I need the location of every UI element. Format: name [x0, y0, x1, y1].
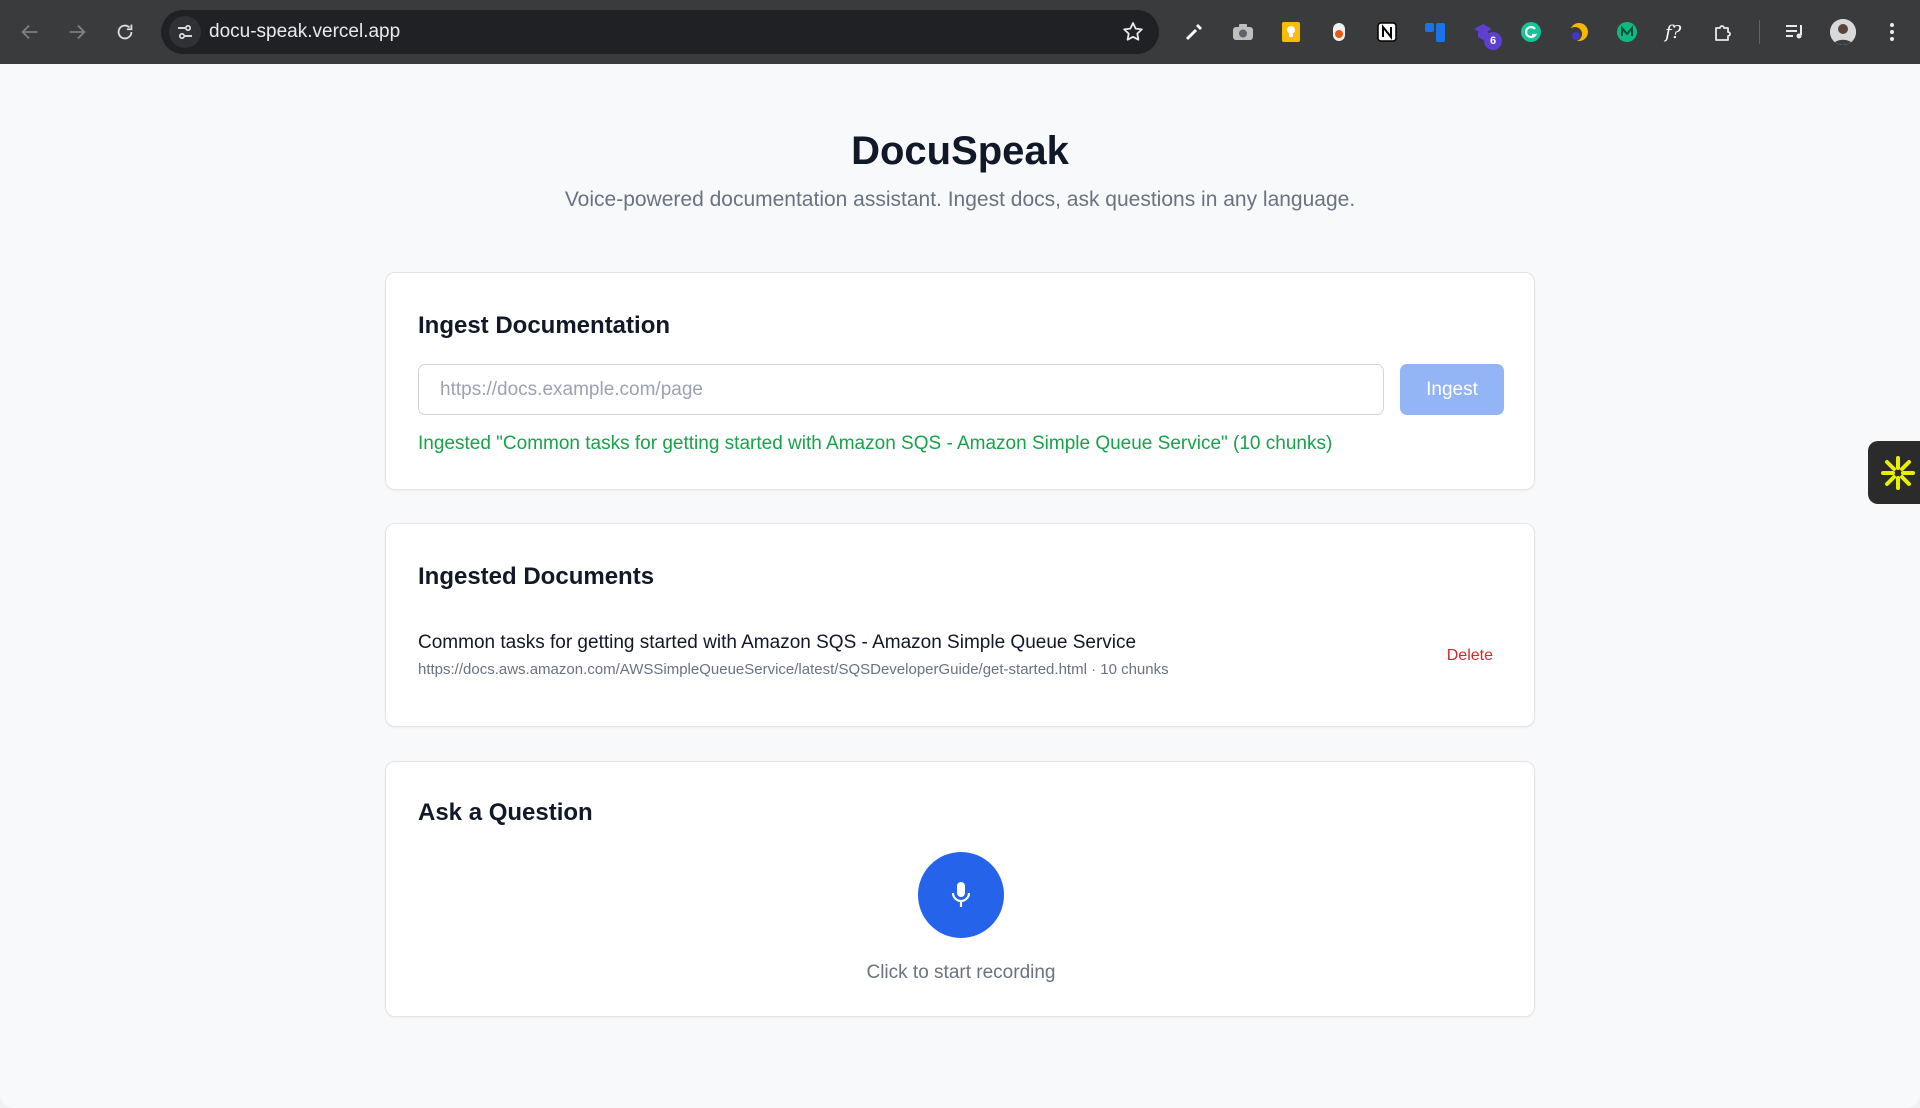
media-control-icon[interactable]	[1782, 19, 1808, 45]
teal-ext-icon[interactable]	[1614, 19, 1640, 45]
ingest-button[interactable]: Ingest	[1400, 364, 1504, 415]
ingest-heading: Ingest Documentation	[418, 312, 671, 339]
profile-avatar[interactable]	[1830, 19, 1856, 45]
documents-heading: Ingested Documents	[418, 563, 655, 590]
extension-badge: 6	[1484, 32, 1502, 50]
record-button[interactable]	[918, 852, 1004, 938]
page-content: DocuSpeak Voice-powered documentation as…	[0, 64, 1920, 1108]
reload-icon	[117, 24, 133, 40]
site-info-button[interactable]	[169, 16, 201, 48]
formula-icon[interactable]: f?	[1662, 19, 1688, 45]
trello-icon[interactable]	[1422, 19, 1448, 45]
sparkle-icon	[1881, 455, 1915, 490]
record-hint: Click to start recording	[866, 962, 1056, 983]
browser-toolbar: docu-speak.vercel.app 6 f?	[0, 0, 1920, 64]
tune-icon	[178, 24, 192, 40]
page-subtitle: Voice-powered documentation assistant. I…	[564, 188, 1356, 211]
puzzle-icon[interactable]	[1710, 19, 1736, 45]
eyedropper-icon[interactable]	[1181, 19, 1207, 45]
forward-button[interactable]	[61, 16, 93, 48]
browser-window: docu-speak.vercel.app 6 f? DocuSpeak Voi…	[0, 0, 1920, 1108]
floating-side-widget[interactable]	[1868, 441, 1920, 504]
ingest-status-message: Ingested "Common tasks for getting start…	[418, 433, 1333, 454]
camera-icon[interactable]	[1230, 19, 1256, 45]
url-text[interactable]: docu-speak.vercel.app	[209, 10, 400, 54]
bookmark-star-icon[interactable]	[1121, 20, 1145, 44]
ask-heading: Ask a Question	[418, 799, 593, 826]
notion-icon[interactable]	[1374, 19, 1400, 45]
menu-kebab-icon[interactable]	[1879, 19, 1905, 45]
ask-question-card: Ask a Question Click to start recording	[385, 761, 1535, 1017]
address-bar[interactable]: docu-speak.vercel.app	[161, 10, 1159, 54]
back-arrow-icon	[21, 24, 38, 40]
page-title: DocuSpeak	[851, 129, 1069, 173]
rec-icon[interactable]	[1326, 19, 1352, 45]
document-title: Common tasks for getting started with Am…	[418, 632, 1137, 653]
toolbar-divider	[1759, 20, 1760, 44]
svg-text:f?: f?	[1663, 22, 1682, 43]
ingest-card: Ingest Documentation Ingest Ingested "Co…	[385, 272, 1535, 490]
keep-icon[interactable]	[1278, 19, 1304, 45]
delete-document-button[interactable]: Delete	[1447, 647, 1493, 665]
back-button[interactable]	[14, 16, 46, 48]
microphone-icon	[951, 882, 971, 907]
grammarly-icon[interactable]	[1518, 19, 1544, 45]
doc-url-input[interactable]	[418, 364, 1384, 415]
reload-button[interactable]	[109, 16, 141, 48]
ingested-documents-card: Ingested Documents Common tasks for gett…	[385, 523, 1535, 727]
forward-arrow-icon	[69, 24, 86, 40]
document-meta: https://docs.aws.amazon.com/AWSSimpleQue…	[418, 661, 1169, 678]
moon-ext-icon[interactable]	[1566, 19, 1592, 45]
